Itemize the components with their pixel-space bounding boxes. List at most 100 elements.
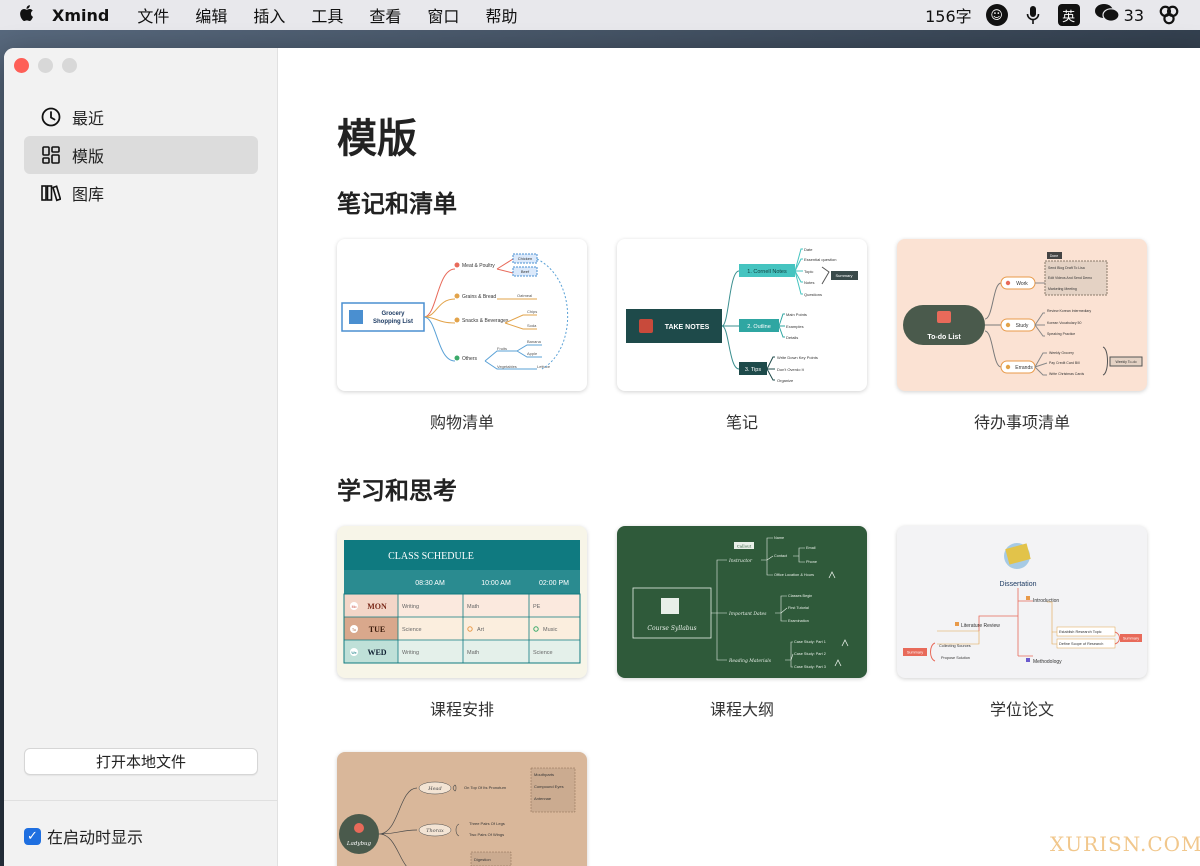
syllabus-leaf-7: First Tutorial <box>788 606 809 610</box>
smiley-icon[interactable]: ☺ <box>985 4 1008 26</box>
notes-branch-2: 2. Outline <box>747 324 771 330</box>
xmind-template-window: 最近 模版 图库 打开本地文件 ✓ 在启动时显示 模版 笔记和清单 Grocer… <box>4 48 1200 866</box>
dissertation-leaf-3: Collecting Sources <box>939 644 971 648</box>
schedule-day-abbr-1: Mo <box>352 605 357 609</box>
todo-center-text: To-do List <box>927 334 961 341</box>
template-thumbnail-ladybug[interactable]: Ladybug Head Thorax On Top Of Its Pronot… <box>337 752 587 866</box>
syllabus-branch-3: Reading Materials <box>728 658 772 664</box>
dissertation-branch-1: Introduction <box>1033 598 1059 604</box>
syllabus-leaf-10: Case Study: Part 2 <box>794 652 826 656</box>
template-card-notes[interactable]: TAKE NOTES 1. Cornell Notes 2. Outline 3… <box>617 239 867 433</box>
schedule-cell: Math <box>467 650 479 656</box>
template-thumbnail-todo-list[interactable]: To-do List Work Study Errands Done Send <box>897 239 1147 391</box>
shopping-branch-1: Meat & Poultry <box>462 263 495 269</box>
notes-branch-1: 1. Cornell Notes <box>747 269 787 275</box>
ladybug-leaf-2: Mouthparts <box>534 772 554 777</box>
sidebar-divider <box>4 800 278 801</box>
menu-insert[interactable]: 插入 <box>253 3 285 27</box>
library-icon <box>40 182 62 204</box>
todo-leaf-9: Write Christmas Cards <box>1049 372 1084 376</box>
template-label: 课程大纲 <box>709 700 774 719</box>
shopping-leaf-8: Fruits <box>497 346 507 351</box>
template-thumbnail-class-schedule[interactable]: CLASS SCHEDULE 08:30 AM 10:00 AM 02:00 P… <box>337 526 587 678</box>
sidebar-item-recent[interactable]: 最近 <box>24 98 258 136</box>
notes-leaf-3: Topic <box>804 269 813 274</box>
schedule-cell: Writing <box>402 604 419 610</box>
wechat-icon <box>1094 3 1120 27</box>
ladybug-leaf-3: Compound Eyes <box>534 784 564 789</box>
wechat-count: 33 <box>1123 5 1144 25</box>
template-card-ladybug[interactable]: Ladybug Head Thorax On Top Of Its Pronot… <box>337 752 587 866</box>
ladybug-leaf-5: Three Pairs Of Legs <box>469 821 505 826</box>
word-count[interactable]: 156字 <box>925 3 972 27</box>
grid-icon <box>40 144 62 166</box>
show-on-startup-checkbox[interactable]: ✓ <box>24 827 41 845</box>
syllabus-tag: Callout <box>737 544 752 549</box>
input-method-icon[interactable]: 英 <box>1057 4 1080 26</box>
template-card-todo-list[interactable]: To-do List Work Study Errands Done Send <box>897 239 1147 433</box>
ladybug-leaf-6: Two Pairs Of Wings <box>469 832 504 837</box>
syllabus-leaf-9: Case Study: Part 1 <box>794 640 826 644</box>
control-center-icon[interactable] <box>1158 4 1180 26</box>
menu-edit[interactable]: 编辑 <box>195 3 227 27</box>
notes-leaf-6: Summary <box>835 273 852 278</box>
sidebar-nav: 最近 模版 图库 <box>24 98 258 212</box>
sidebar: 最近 模版 图库 打开本地文件 ✓ 在启动时显示 <box>4 48 278 866</box>
notes-leaf-8: Examples <box>786 324 804 329</box>
todo-leaf-7: Weekly Grocery <box>1049 351 1074 355</box>
notes-leaf-9: Details <box>786 335 798 340</box>
template-card-shopping-list[interactable]: Grocery Shopping List Meat & Poultry Gra… <box>337 239 587 433</box>
notes-leaf-5: Questions <box>804 292 822 297</box>
open-local-file-button[interactable]: 打开本地文件 <box>24 748 258 775</box>
sidebar-item-label: 最近 <box>72 109 105 128</box>
shopping-leaf-3: Oatmeal <box>517 293 532 298</box>
schedule-day-1: MON <box>367 602 387 611</box>
menu-help[interactable]: 帮助 <box>485 3 517 27</box>
syllabus-leaf-5: Office Location & Hours <box>774 573 814 577</box>
shopping-leaf-7: Apple <box>527 351 538 356</box>
menu-tools[interactable]: 工具 <box>311 3 343 27</box>
show-on-startup-option[interactable]: ✓ 在启动时显示 <box>24 824 143 848</box>
schedule-title: CLASS SCHEDULE <box>388 551 474 562</box>
template-card-dissertation[interactable]: Dissertation Introduction Literature Rev… <box>897 526 1147 720</box>
ladybug-branch-1: Head <box>427 786 442 792</box>
menu-bar: Xmind 文件 编辑 插入 工具 查看 窗口 帮助 156字 ☺ 英 33 <box>0 0 1200 30</box>
template-label: 课程安排 <box>429 700 494 719</box>
notes-center-text: TAKE NOTES <box>665 324 710 331</box>
menu-view[interactable]: 查看 <box>369 3 401 27</box>
template-card-course-syllabus[interactable]: Course Syllabus Callout Instructor Impor… <box>617 526 867 720</box>
shopping-branch-2: Grains & Bread <box>462 294 496 300</box>
schedule-cell: Math <box>467 604 479 610</box>
notes-leaf-10: Write Down Key Points <box>777 355 818 360</box>
template-thumbnail-dissertation[interactable]: Dissertation Introduction Literature Rev… <box>897 526 1147 678</box>
template-thumbnail-shopping-list[interactable]: Grocery Shopping List Meat & Poultry Gra… <box>337 239 587 391</box>
show-on-startup-label: 在启动时显示 <box>47 828 144 847</box>
sidebar-item-library[interactable]: 图库 <box>24 174 258 212</box>
zoom-window-button[interactable] <box>62 58 77 73</box>
schedule-day-abbr-2: Tu <box>352 628 356 632</box>
shopping-branch-3: Snacks & Beverages <box>462 318 509 324</box>
template-gallery: 模版 笔记和清单 Grocery Shopping List Meat & Po… <box>279 48 1200 866</box>
menu-window[interactable]: 窗口 <box>427 3 459 27</box>
schedule-day-3: WED <box>367 648 386 657</box>
dissertation-summary-2: Summary <box>907 651 923 655</box>
template-thumbnail-notes[interactable]: TAKE NOTES 1. Cornell Notes 2. Outline 3… <box>617 239 867 391</box>
menu-app-name[interactable]: Xmind <box>52 6 109 25</box>
shopping-leaf-1: Chicken <box>518 256 532 261</box>
syllabus-leaf-2: Contact <box>774 554 788 558</box>
template-card-class-schedule[interactable]: CLASS SCHEDULE 08:30 AM 10:00 AM 02:00 P… <box>337 526 587 720</box>
wechat-status[interactable]: 33 <box>1094 3 1144 27</box>
syllabus-leaf-3: Email <box>806 546 816 550</box>
todo-leaf-5: Korean Vocabulary 50 <box>1047 321 1081 325</box>
close-window-button[interactable] <box>14 58 29 73</box>
schedule-time-3: 02:00 PM <box>539 580 569 587</box>
sidebar-item-templates[interactable]: 模版 <box>24 136 258 174</box>
menu-file[interactable]: 文件 <box>137 3 169 27</box>
schedule-cell: Music <box>543 627 558 633</box>
microphone-icon[interactable] <box>1022 4 1044 26</box>
template-thumbnail-course-syllabus[interactable]: Course Syllabus Callout Instructor Impor… <box>617 526 867 678</box>
minimize-window-button[interactable] <box>38 58 53 73</box>
apple-icon[interactable] <box>0 4 52 27</box>
ladybug-leaf-4: Antennae <box>534 796 552 801</box>
todo-tag: Done <box>1050 254 1058 258</box>
